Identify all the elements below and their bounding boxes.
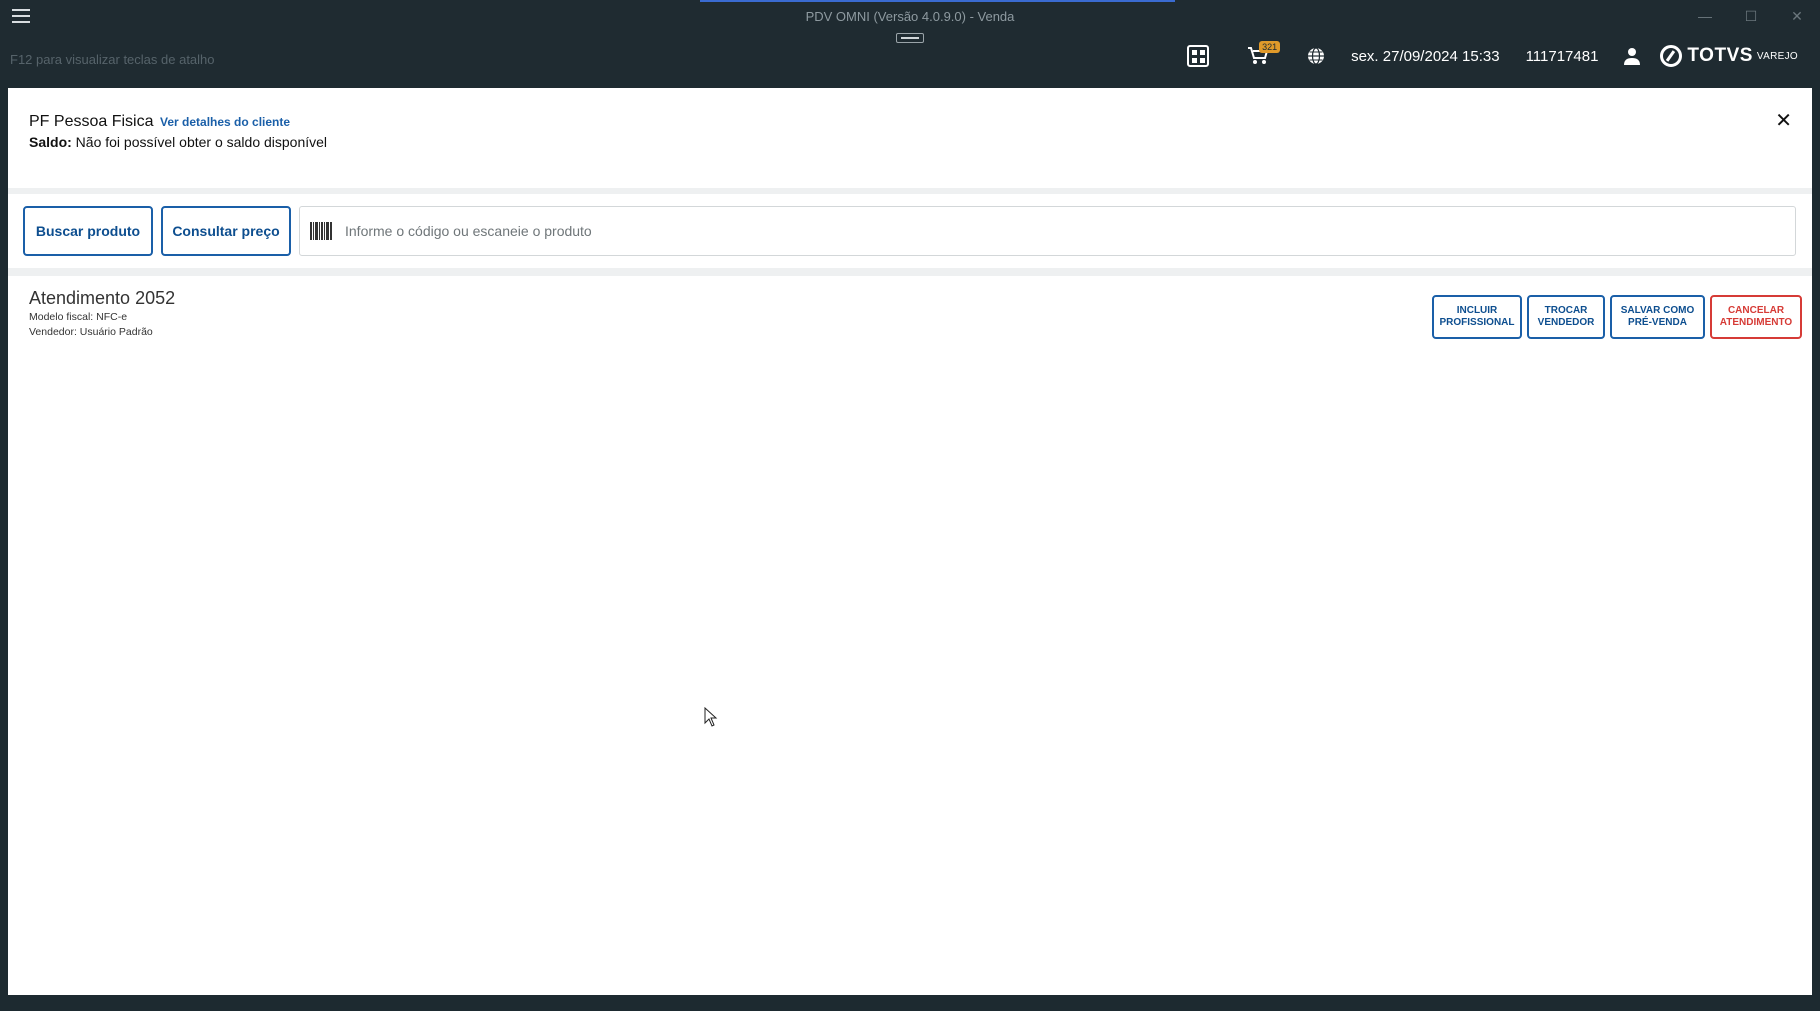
cart-count-badge: 321 (1259, 41, 1281, 53)
drag-handle-icon[interactable] (896, 33, 924, 43)
balance-label: Saldo: (29, 134, 72, 150)
attendance-actions: INCLUIR PROFISSIONAL TROCAR VENDEDOR SAL… (1432, 295, 1802, 339)
shortcut-hint: F12 para visualizar teclas de atalho (10, 52, 215, 67)
datetime: sex. 27/09/2024 15:33 (1351, 47, 1500, 65)
mouse-cursor-icon (704, 707, 718, 727)
cart-button[interactable]: 321 (1247, 41, 1281, 66)
window-close-button[interactable]: ✕ (1774, 0, 1820, 32)
window-controls: — ☐ ✕ (1682, 0, 1820, 32)
client-balance: Saldo: Não foi possível obter o saldo di… (29, 134, 327, 150)
loading-indicator (700, 0, 1175, 2)
totvs-logo: TOTVS VAREJO (1660, 45, 1798, 67)
search-product-button[interactable]: Buscar produto (23, 206, 153, 256)
brand-name: TOTVS (1687, 45, 1753, 66)
change-seller-button[interactable]: TROCAR VENDEDOR (1527, 295, 1605, 339)
brand-sub: VAREJO (1756, 50, 1798, 62)
close-icon[interactable]: ✕ (1775, 108, 1792, 133)
maximize-button[interactable]: ☐ (1728, 0, 1774, 32)
attendance-title: Atendimento 2052 (29, 288, 176, 308)
client-details-link[interactable]: Ver detalhes do cliente (160, 115, 290, 129)
balance-value: Não foi possível obter o saldo disponíve… (75, 134, 328, 150)
attendance-meta: Modelo fiscal: NFC-e Vendedor: Usuário P… (29, 310, 153, 340)
user-icon[interactable] (1624, 47, 1641, 65)
main-content: PF Pessoa Fisica Ver detalhes do cliente… (8, 88, 1812, 995)
product-input-box[interactable] (299, 206, 1796, 256)
product-search-bar: Buscar produto Consultar preço (8, 194, 1812, 268)
totvs-logo-icon (1660, 45, 1683, 67)
status-area: 321 sex. 27/09/2024 15:33 111717481 TOTV… (1187, 41, 1798, 70)
barcode-icon (310, 222, 333, 240)
title-bar: PDV OMNI (Versão 4.0.9.0) - Venda — ☐ ✕ … (0, 0, 1820, 80)
product-code-input[interactable] (345, 223, 1745, 239)
globe-icon[interactable] (1307, 47, 1325, 65)
cancel-attendance-button[interactable]: CANCELAR ATENDIMENTO (1710, 295, 1802, 339)
client-name: PF Pessoa Fisica (29, 113, 154, 130)
seller-name: Vendedor: Usuário Padrão (29, 326, 153, 338)
check-price-button[interactable]: Consultar preço (161, 206, 291, 256)
terminal-id: 111717481 (1525, 47, 1599, 65)
minimize-button[interactable]: — (1682, 0, 1728, 32)
save-pre-sale-button[interactable]: SALVAR COMO PRÉ-VENDA (1610, 295, 1705, 339)
fiscal-model: Modelo fiscal: NFC-e (29, 311, 128, 323)
window-title: PDV OMNI (Versão 4.0.9.0) - Venda (805, 9, 1015, 24)
client-card: PF Pessoa Fisica Ver detalhes do cliente… (8, 88, 1812, 188)
include-professional-button[interactable]: INCLUIR PROFISSIONAL (1432, 295, 1522, 339)
attendance-panel: Atendimento 2052 Modelo fiscal: NFC-e Ve… (8, 276, 1812, 995)
qr-code-icon[interactable] (1187, 45, 1210, 67)
